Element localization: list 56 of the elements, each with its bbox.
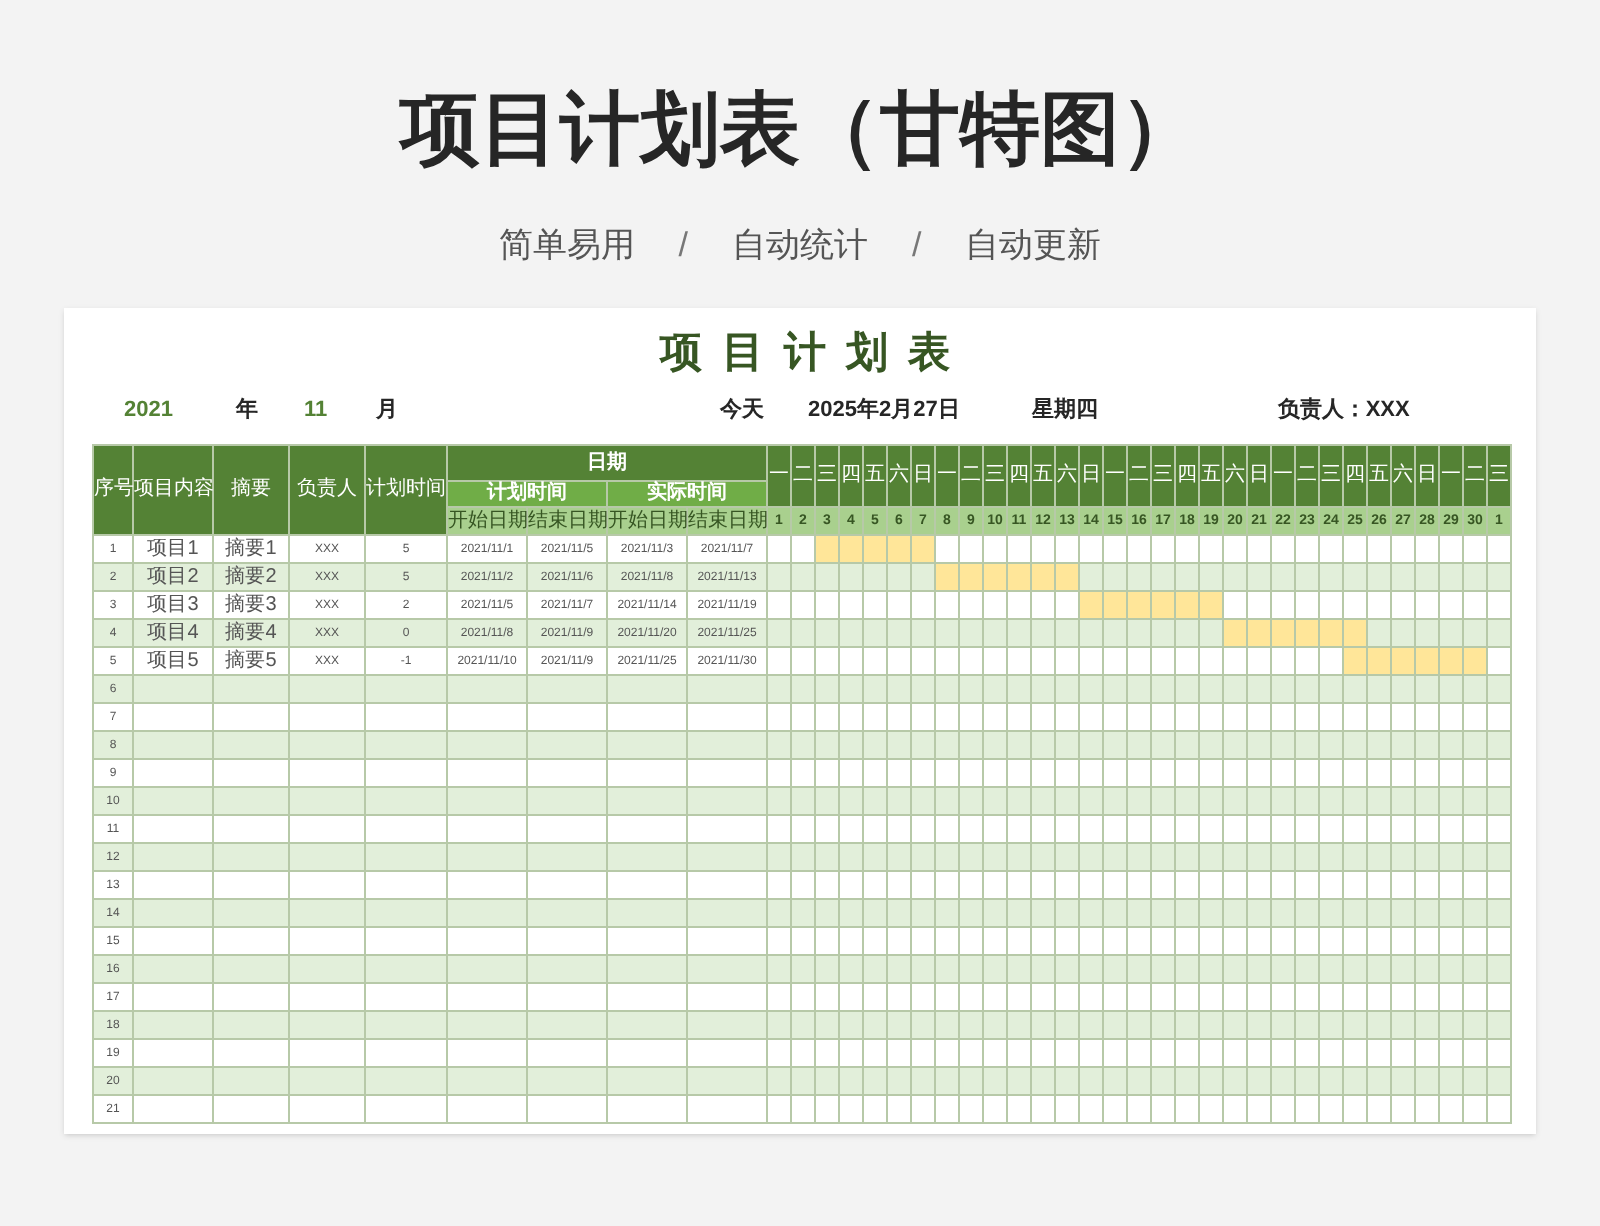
weekday-header: 日 — [1415, 445, 1439, 507]
weekday-header: 三 — [1319, 445, 1343, 507]
month-value: 11 — [304, 395, 330, 426]
column-header: 开始日期 — [447, 507, 527, 535]
column-header: 结束日期 — [687, 507, 767, 535]
weekday-header: 四 — [839, 445, 863, 507]
weekday-header: 一 — [767, 445, 791, 507]
sheet-title: 项目计划表 — [657, 328, 970, 380]
weekday-header: 四 — [1343, 445, 1367, 507]
month-unit: 月 — [376, 395, 400, 426]
feature-label: 自动统计 — [732, 224, 868, 268]
weekday-header: 六 — [1391, 445, 1415, 507]
column-header: 计划时间 — [447, 481, 607, 507]
weekday-header: 六 — [1223, 445, 1247, 507]
weekday-header: 三 — [983, 445, 1007, 507]
year-value: 2021 — [124, 395, 175, 426]
today-label: 今天 — [720, 395, 764, 426]
weekday-header: 三 — [815, 445, 839, 507]
column-header: 日期 — [447, 445, 767, 481]
weekday-header: 一 — [1439, 445, 1463, 507]
weekday-header: 五 — [1031, 445, 1055, 507]
weekday-header: 日 — [911, 445, 935, 507]
page-title: 项目计划表（甘特图） — [400, 84, 1200, 178]
weekday-header: 日 — [1247, 445, 1271, 507]
today-date: 2025年2月27日 — [808, 395, 960, 426]
weekday-header: 四 — [1007, 445, 1031, 507]
weekday-header: 六 — [887, 445, 911, 507]
weekday-label: 星期四 — [1031, 395, 1098, 426]
column-header: 计划时间 — [365, 445, 447, 535]
year-unit: 年 — [236, 395, 260, 426]
column-header: 开始日期 — [607, 507, 687, 535]
feature-label: 自动更新 — [965, 224, 1102, 268]
weekday-header: 二 — [959, 445, 983, 507]
feature-label: 简单易用 — [498, 224, 635, 268]
weekday-header: 一 — [935, 445, 959, 507]
separator: / — [678, 224, 688, 268]
weekday-header: 二 — [1295, 445, 1319, 507]
weekday-header: 五 — [1367, 445, 1391, 507]
weekday-header: 一 — [1103, 445, 1127, 507]
weekday-header: 二 — [1463, 445, 1487, 507]
separator: / — [912, 224, 922, 268]
weekday-header: 五 — [1199, 445, 1223, 507]
weekday-header: 六 — [1055, 445, 1079, 507]
weekday-header: 日 — [1079, 445, 1103, 507]
weekday-header: 三 — [1487, 445, 1511, 507]
weekday-header: 五 — [863, 445, 887, 507]
column-header: 负责人 — [289, 445, 365, 535]
weekday-header: 三 — [1151, 445, 1175, 507]
column-header: 结束日期 — [527, 507, 607, 535]
column-header: 实际时间 — [607, 481, 767, 507]
column-header: 摘要 — [213, 445, 289, 535]
weekday-header: 四 — [1175, 445, 1199, 507]
weekday-header: 一 — [1271, 445, 1295, 507]
weekday-header: 二 — [1127, 445, 1151, 507]
owner-label: 负责人：XXX — [1277, 395, 1410, 426]
weekday-header: 二 — [791, 445, 815, 507]
